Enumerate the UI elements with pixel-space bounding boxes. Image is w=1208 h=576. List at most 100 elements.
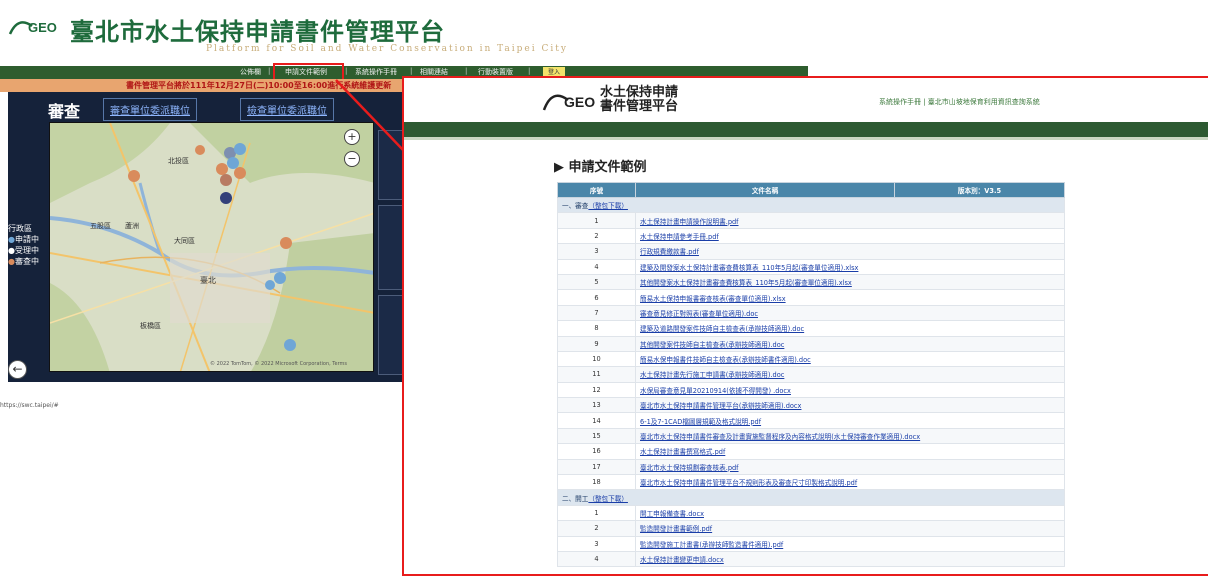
overlay-band-divider [404, 137, 1208, 140]
table-row: 4 建築及開發案水土保持計畫審查費核算表_110年5月起(審查單位適用).xlsx [557, 258, 1065, 275]
geo-logo: GEO [542, 94, 595, 111]
row-number: 3 [557, 535, 636, 552]
row-file-cell: 臺北市水土保持申請書件管理平台不規則形表及審查尺寸印製格式說明.pdf [635, 474, 1065, 491]
section-row: 二、開工（整包下載） [557, 489, 1065, 506]
table-row: 13 臺北市水土保持申請書件管理平台(承辦技師適用).docx [557, 397, 1065, 414]
table-row: 3 行政規費繳款書.pdf [557, 243, 1065, 260]
row-number: 9 [557, 335, 636, 352]
download-all-link[interactable]: （整包下載） [588, 495, 628, 503]
document-download-link[interactable]: 簡易水保申報書件技師自主檢查表(承辦技師書件適用).doc [640, 356, 811, 364]
table-header-row: 序號 文件名稱 版本別：V3.5 [557, 182, 1065, 198]
section-cell: 二、開工（整包下載） [557, 489, 1065, 506]
download-all-link[interactable]: （整包下載） [588, 202, 628, 210]
row-number: 10 [557, 350, 636, 368]
section-label: 二、開工 [562, 494, 589, 503]
row-number: 1 [557, 504, 636, 522]
table-row: 10 簡易水保申報書件技師自主檢查表(承辦技師書件適用).doc [557, 350, 1065, 368]
overlay-top-links[interactable]: 系統操作手冊 | 臺北市山坡地保育利用資訊查詢系統 [879, 97, 1040, 107]
row-file-cell: 水土保持申請參考手冊.pdf [635, 227, 1065, 245]
column-header-version: 版本別：V3.5 [894, 182, 1065, 198]
row-number: 4 [557, 550, 636, 568]
document-download-link[interactable]: 建築及道路開發案件技師自主檢查表(承辦技師適用).doc [640, 325, 804, 333]
section-label: 一、審查 [562, 202, 589, 211]
row-file-cell: 水保局審查意見單20210914(依據不得開發) .docx [635, 381, 1065, 399]
document-examples-window: GEO 水土保持申請 書件管理平台 系統操作手冊 | 臺北市山坡地保育利用資訊查… [402, 76, 1208, 576]
document-download-link[interactable]: 臺北市水土保持申請書件審查及計畫實施監督程序及內容格式說明(水土保持審查作業適用… [640, 433, 920, 441]
row-number: 4 [557, 258, 636, 275]
triangle-right-icon: ▶ [554, 160, 569, 175]
document-download-link[interactable]: 簡易水土保持申報書審查核表(審查單位適用).xlsx [640, 295, 786, 303]
row-file-cell: 建築及開發案水土保持計畫審查費核算表_110年5月起(審查單位適用).xlsx [635, 258, 1065, 275]
table-row: 8 建築及道路開發案件技師自主檢查表(承辦技師適用).doc [557, 320, 1065, 337]
table-row: 1 開工申報備查書.docx [557, 504, 1065, 522]
row-file-cell: 審查意見修正對照表(審查單位適用).doc [635, 304, 1065, 322]
document-download-link[interactable]: 行政規費繳款書.pdf [640, 248, 699, 256]
row-file-cell: 其他開發案水土保持計畫審查費核算表_110年5月起(審查單位適用).xlsx [635, 273, 1065, 291]
table-row: 2 監造開發計畫書範例.pdf [557, 520, 1065, 537]
table-row: 18 臺北市水土保持申請書件管理平台不規則形表及審查尺寸印製格式說明.pdf [557, 474, 1065, 491]
row-file-cell: 水土保持計畫先行施工申請書(承辦技師適用).doc [635, 366, 1065, 383]
table-row: 4 水土保持計畫變更申請.docx [557, 550, 1065, 568]
row-number: 5 [557, 273, 636, 291]
row-number: 11 [557, 366, 636, 383]
page-heading: ▶ 申請文件範例 [554, 156, 647, 175]
page-heading-text: 申請文件範例 [568, 160, 647, 175]
document-download-link[interactable]: 水土保持申請參考手冊.pdf [640, 233, 719, 241]
row-number: 16 [557, 443, 636, 460]
document-download-link[interactable]: 審查意見修正對照表(審查單位適用).doc [640, 310, 758, 318]
table-row: 12 水保局審查意見單20210914(依據不得開發) .docx [557, 381, 1065, 399]
row-file-cell: 行政規費繳款書.pdf [635, 243, 1065, 260]
document-download-link[interactable]: 水土保持計畫變更申請.docx [640, 556, 724, 564]
document-download-link[interactable]: 6-1及7-1CAD檔圖層規範及格式說明.pdf [640, 418, 761, 426]
row-number: 2 [557, 227, 636, 245]
svg-text:GEO: GEO [564, 94, 595, 110]
document-download-link[interactable]: 監造開發計畫書範例.pdf [640, 525, 712, 533]
overlay-brand: 水土保持申請 書件管理平台 [600, 86, 678, 114]
row-file-cell: 監造開發計畫書範例.pdf [635, 520, 1065, 537]
row-number: 12 [557, 381, 636, 399]
row-number: 7 [557, 304, 636, 322]
document-download-link[interactable]: 臺北市水土保持申請書件管理平台不規則形表及審查尺寸印製格式說明.pdf [640, 479, 857, 487]
table-row: 15 臺北市水土保持申請書件審查及計畫實施監督程序及內容格式說明(水土保持審查作業… [557, 427, 1065, 445]
row-file-cell: 臺北市水土保持申請書件審查及計畫實施監督程序及內容格式說明(水土保持審查作業適用… [635, 427, 1065, 445]
overlay-header: GEO 水土保持申請 書件管理平台 系統操作手冊 | 臺北市山坡地保育利用資訊查… [404, 78, 1208, 122]
document-download-link[interactable]: 其他開發案水土保持計畫審查費核算表_110年5月起(審查單位適用).xlsx [640, 279, 852, 287]
table-row: 1 水土保持計畫申請操作說明書.pdf [557, 212, 1065, 229]
document-download-link[interactable]: 水土保持計畫書撰寫格式.pdf [640, 448, 725, 456]
column-header-num: 序號 [557, 182, 636, 198]
document-download-link[interactable]: 建築及開發案水土保持計畫審查費核算表_110年5月起(審查單位適用).xlsx [640, 264, 858, 272]
row-file-cell: 建築及道路開發案件技師自主檢查表(承辦技師適用).doc [635, 320, 1065, 337]
document-download-link[interactable]: 水土保持計畫申請操作說明書.pdf [640, 218, 739, 226]
document-download-link[interactable]: 監造開發施工計畫書(承辦技師監造書件適用).pdf [640, 541, 783, 549]
row-number: 14 [557, 412, 636, 429]
row-number: 8 [557, 320, 636, 337]
row-file-cell: 水土保持計畫書撰寫格式.pdf [635, 443, 1065, 460]
document-download-link[interactable]: 水保局審查意見單20210914(依據不得開發) .docx [640, 387, 791, 395]
table-row: 17 臺北市水土保持規劃審查核表.pdf [557, 458, 1065, 476]
brand-line-2: 書件管理平台 [600, 99, 679, 114]
row-number: 1 [557, 212, 636, 229]
table-row: 5 其他開發案水土保持計畫審查費核算表_110年5月起(審查單位適用).xlsx [557, 273, 1065, 291]
row-number: 17 [557, 458, 636, 476]
row-number: 18 [557, 474, 636, 491]
row-file-cell: 監造開發施工計畫書(承辦技師監造書件適用).pdf [635, 535, 1065, 552]
section-row: 一、審查（整包下載） [557, 196, 1065, 214]
document-download-link[interactable]: 水土保持計畫先行施工申請書(承辦技師適用).doc [640, 371, 784, 379]
row-number: 6 [557, 289, 636, 306]
row-number: 13 [557, 397, 636, 414]
section-cell: 一、審查（整包下載） [557, 196, 1065, 214]
table-row: 7 審查意見修正對照表(審查單位適用).doc [557, 304, 1065, 322]
document-download-link[interactable]: 其他開發案件技師自主檢查表(承辦技師適用).doc [640, 341, 784, 349]
row-number: 15 [557, 427, 636, 445]
row-file-cell: 簡易水土保持申報書審查核表(審查單位適用).xlsx [635, 289, 1065, 306]
column-header-name: 文件名稱 [635, 182, 895, 198]
row-file-cell: 水土保持計畫變更申請.docx [635, 550, 1065, 568]
row-file-cell: 簡易水保申報書件技師自主檢查表(承辦技師書件適用).doc [635, 350, 1065, 368]
document-table-body: 一、審查（整包下載） 1 水土保持計畫申請操作說明書.pdf 2 水土保持申請參考手冊.… [557, 196, 1065, 568]
document-download-link[interactable]: 臺北市水土保持申請書件管理平台(承辦技師適用).docx [640, 402, 801, 410]
row-file-cell: 開工申報備查書.docx [635, 504, 1065, 522]
document-download-link[interactable]: 開工申報備查書.docx [640, 510, 704, 518]
document-table: 序號 文件名稱 版本別：V3.5 一、審查（整包下載） 1 水土保持計畫申請操作說明… [557, 182, 1065, 568]
row-number: 3 [557, 243, 636, 260]
document-download-link[interactable]: 臺北市水土保持規劃審查核表.pdf [640, 464, 739, 472]
